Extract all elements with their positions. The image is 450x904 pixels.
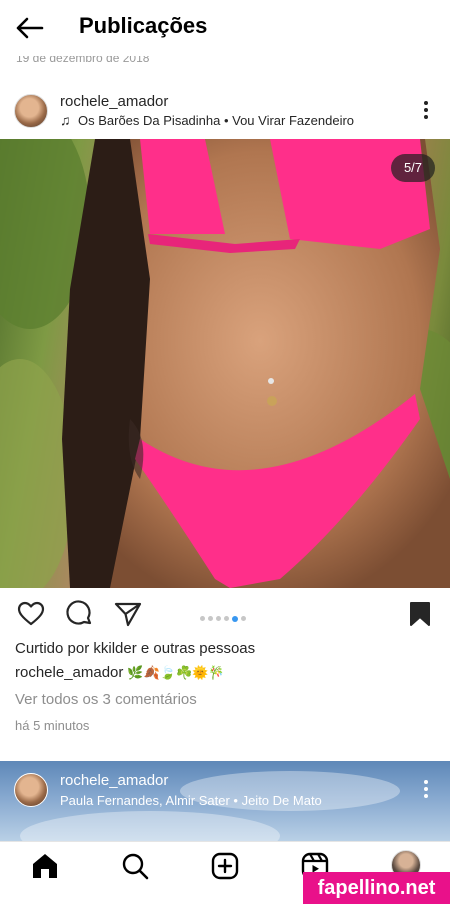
- music-note-icon: ♫: [60, 112, 71, 128]
- carousel-dot: [241, 616, 246, 622]
- nav-create[interactable]: [210, 851, 240, 881]
- post-caption: rochele_amador 🌿🍂🍃☘️🌞🎋: [15, 664, 225, 681]
- caption-username[interactable]: rochele_amador: [15, 664, 123, 681]
- next-post-header: rochele_amador Paula Fernandes, Almir Sa…: [0, 761, 450, 841]
- liked-prefix: Curtido por: [15, 640, 90, 657]
- bookmark-icon: [410, 602, 430, 626]
- liked-others[interactable]: outras pessoas: [153, 640, 255, 657]
- search-icon: [122, 853, 149, 880]
- avatar[interactable]: [14, 773, 48, 807]
- more-options-button[interactable]: [416, 99, 436, 121]
- post-timestamp: há 5 minutos: [15, 718, 90, 733]
- post-photo: [0, 139, 450, 588]
- carousel-dot: [224, 616, 229, 622]
- nav-home[interactable]: [30, 851, 60, 881]
- post-media[interactable]: [0, 139, 450, 588]
- liked-user[interactable]: kkilder: [93, 640, 136, 657]
- music-title: Os Barões Da Pisadinha • Vou Virar Fazen…: [78, 113, 355, 128]
- share-icon: [114, 602, 142, 627]
- carousel-dot-active: [232, 615, 238, 622]
- post-actions: [0, 595, 450, 633]
- post-username[interactable]: rochele_amador: [60, 93, 168, 110]
- carousel-indicator: [200, 610, 249, 622]
- carousel-dot: [208, 616, 213, 622]
- carousel-dot: [216, 616, 221, 622]
- carousel-dot: [200, 616, 205, 622]
- top-header: Publicações: [0, 0, 450, 56]
- sky-cloud: [20, 811, 280, 841]
- page-title: Publicações: [79, 13, 208, 38]
- avatar[interactable]: [14, 94, 48, 128]
- music-link[interactable]: ♫ Os Barões Da Pisadinha • Vou Virar Faze…: [60, 112, 354, 128]
- save-button[interactable]: [408, 600, 432, 628]
- arrow-left-icon: [16, 17, 44, 39]
- next-post-music[interactable]: Paula Fernandes, Almir Sater • Jeito De …: [60, 793, 322, 808]
- more-vertical-icon: [416, 780, 436, 798]
- view-comments-link[interactable]: Ver todos os 3 comentários: [15, 691, 197, 708]
- liked-suffix: e: [140, 640, 150, 657]
- heart-icon: [17, 601, 45, 626]
- nav-search[interactable]: [120, 851, 150, 881]
- like-button[interactable]: [16, 599, 46, 629]
- likes-summary[interactable]: Curtido por kkilder e outras pessoas: [15, 640, 255, 657]
- comment-button[interactable]: [65, 599, 95, 629]
- watermark: fapellino.net: [303, 872, 450, 904]
- next-post-username[interactable]: rochele_amador: [60, 772, 168, 789]
- share-button[interactable]: [113, 599, 143, 629]
- post-header: rochele_amador ♫ Os Barões Da Pisadinha •…: [0, 86, 450, 136]
- back-button[interactable]: [14, 14, 46, 42]
- media-counter-badge: 5/7: [391, 154, 435, 182]
- create-icon: [211, 852, 239, 880]
- more-vertical-icon: [416, 101, 436, 119]
- comment-icon: [66, 600, 92, 625]
- home-icon: [33, 854, 57, 878]
- caption-emojis: 🌿🍂🍃☘️🌞🎋: [127, 665, 225, 680]
- more-options-button[interactable]: [416, 778, 436, 800]
